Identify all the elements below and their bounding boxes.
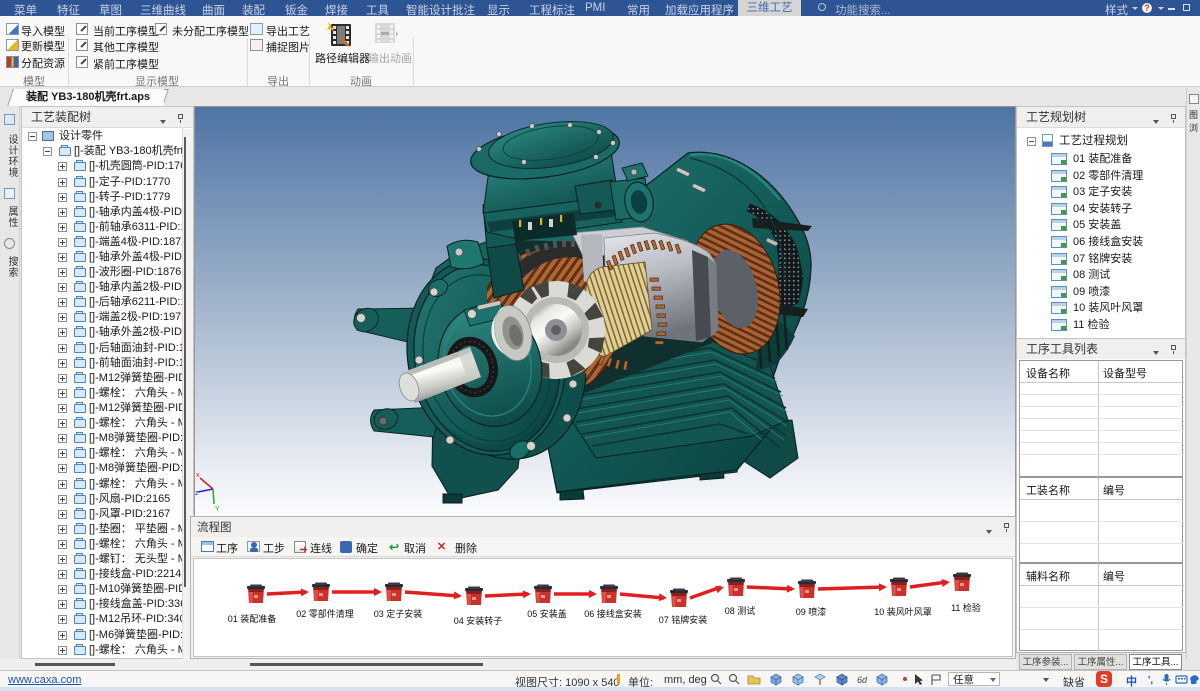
svg-text:z: z [195, 490, 199, 497]
svg-text:Y: Y [215, 506, 220, 513]
svg-text:6d: 6d [857, 675, 868, 685]
svg-text:x: x [196, 472, 200, 479]
